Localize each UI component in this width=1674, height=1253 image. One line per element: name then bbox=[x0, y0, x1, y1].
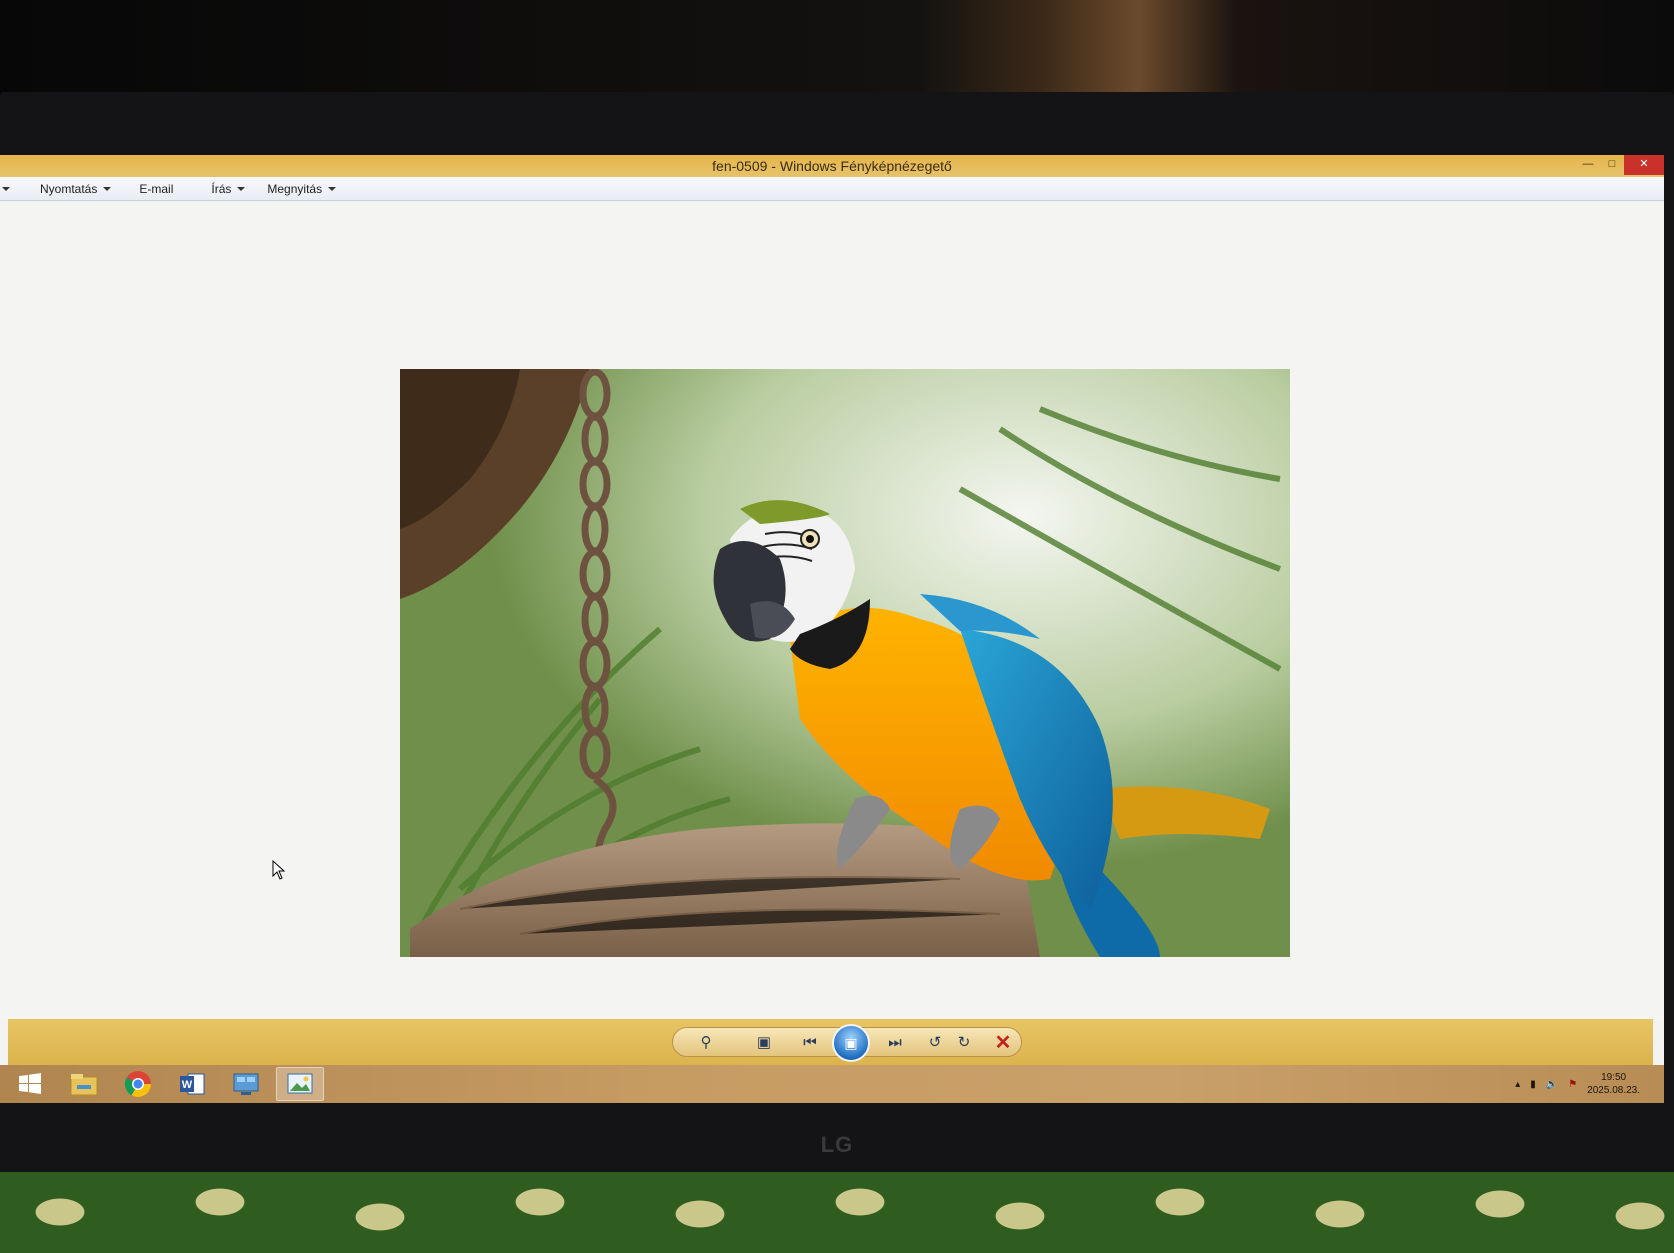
control-panel-icon bbox=[233, 1073, 259, 1095]
battery-icon[interactable]: ▮ bbox=[1530, 1079, 1536, 1090]
window-title: fen-0509 - Windows Fényképnézegető bbox=[712, 158, 952, 174]
menu-bar: Nyomtatás E-mail Írás Megnyitás bbox=[0, 177, 1664, 201]
menu-item-label: Nyomtatás bbox=[40, 181, 98, 196]
menu-item-label: E-mail bbox=[139, 181, 174, 196]
window-controls: — □ ✕ bbox=[1576, 155, 1664, 177]
displayed-photo bbox=[400, 369, 1290, 957]
slideshow-icon: ▣ bbox=[844, 1034, 858, 1051]
start-icon bbox=[19, 1073, 41, 1094]
menu-item-email[interactable]: E-mail bbox=[131, 182, 181, 196]
taskbar: W ▴ ▮ 🔈 ⚑ 19:50 2025.08.23. bbox=[0, 1065, 1664, 1103]
rotate-cw-button[interactable]: ↻ bbox=[952, 1032, 976, 1052]
fit-icon: ▣ bbox=[756, 1034, 772, 1051]
close-button[interactable]: ✕ bbox=[1624, 155, 1664, 175]
minimize-button[interactable]: — bbox=[1576, 155, 1600, 175]
room-background-top bbox=[0, 0, 1674, 100]
chevron-down-icon bbox=[237, 186, 246, 191]
delete-button[interactable]: ✕ bbox=[991, 1031, 1015, 1054]
chevron-down-icon bbox=[2, 186, 10, 191]
image-viewer-area[interactable] bbox=[0, 202, 1664, 1019]
menu-item-label: Írás bbox=[211, 181, 232, 196]
file-explorer-icon bbox=[70, 1074, 98, 1096]
zoom-button[interactable]: ⚲ bbox=[694, 1032, 718, 1052]
clock[interactable]: 19:50 2025.08.23. bbox=[1587, 1071, 1640, 1097]
chevron-down-icon bbox=[328, 186, 337, 191]
monitor-brand-logo: LG bbox=[820, 1132, 854, 1157]
clock-date: 2025.08.23. bbox=[1587, 1085, 1640, 1096]
volume-icon[interactable]: 🔈 bbox=[1546, 1079, 1558, 1090]
mouse-cursor-icon bbox=[272, 860, 286, 880]
action-center-flag-icon[interactable]: ⚑ bbox=[1568, 1079, 1577, 1090]
skip-previous-icon: ⏮ bbox=[803, 1033, 817, 1051]
menu-item-burn[interactable]: Írás bbox=[203, 182, 253, 196]
table-cloth-background bbox=[0, 1172, 1674, 1253]
window-titlebar[interactable]: fen-0509 - Windows Fényképnézegető — □ ✕ bbox=[0, 155, 1664, 177]
viewer-control-bar: ⚲ ▣ ⏮ ▣ ⏭ ↺ ↻ ✕ bbox=[8, 1019, 1653, 1065]
screen: fen-0509 - Windows Fényképnézegető — □ ✕… bbox=[0, 155, 1664, 1103]
menu-item-label: Megnyitás bbox=[267, 181, 323, 196]
slideshow-button[interactable]: ▣ bbox=[832, 1024, 870, 1062]
macaw-photo-illustration bbox=[400, 369, 1290, 957]
rotate-ccw-button[interactable]: ↺ bbox=[923, 1032, 947, 1052]
tray-overflow-icon[interactable]: ▴ bbox=[1515, 1079, 1520, 1090]
taskbar-photo-viewer[interactable] bbox=[276, 1067, 324, 1101]
menu-item-overflow[interactable] bbox=[0, 186, 18, 191]
rotate-left-icon: ↺ bbox=[928, 1034, 942, 1051]
chevron-down-icon bbox=[103, 186, 112, 191]
menu-item-open[interactable]: Megnyitás bbox=[259, 182, 344, 196]
maximize-button[interactable]: □ bbox=[1600, 155, 1624, 175]
previous-button[interactable]: ⏮ bbox=[798, 1032, 822, 1052]
taskbar-word[interactable]: W bbox=[168, 1067, 216, 1101]
start-button[interactable] bbox=[6, 1067, 54, 1101]
taskbar-file-explorer[interactable] bbox=[60, 1067, 108, 1101]
delete-x-icon: ✕ bbox=[994, 1031, 1012, 1054]
taskbar-chrome[interactable] bbox=[114, 1067, 162, 1101]
word-icon: W bbox=[180, 1073, 205, 1095]
fit-to-window-button[interactable]: ▣ bbox=[752, 1032, 776, 1052]
skip-next-icon: ⏭ bbox=[888, 1033, 902, 1051]
clock-time: 19:50 bbox=[1601, 1072, 1627, 1083]
chrome-icon bbox=[124, 1071, 152, 1098]
taskbar-control-panel[interactable] bbox=[222, 1067, 270, 1101]
menu-item-print[interactable]: Nyomtatás bbox=[32, 182, 119, 196]
rotate-right-icon: ↻ bbox=[957, 1034, 971, 1051]
system-tray: ▴ ▮ 🔈 ⚑ 19:50 2025.08.23. bbox=[1515, 1065, 1640, 1103]
next-button[interactable]: ⏭ bbox=[883, 1032, 907, 1052]
svg-text:W: W bbox=[182, 1079, 193, 1091]
magnifier-icon: ⚲ bbox=[700, 1034, 712, 1051]
photo-viewer-icon bbox=[287, 1073, 313, 1094]
